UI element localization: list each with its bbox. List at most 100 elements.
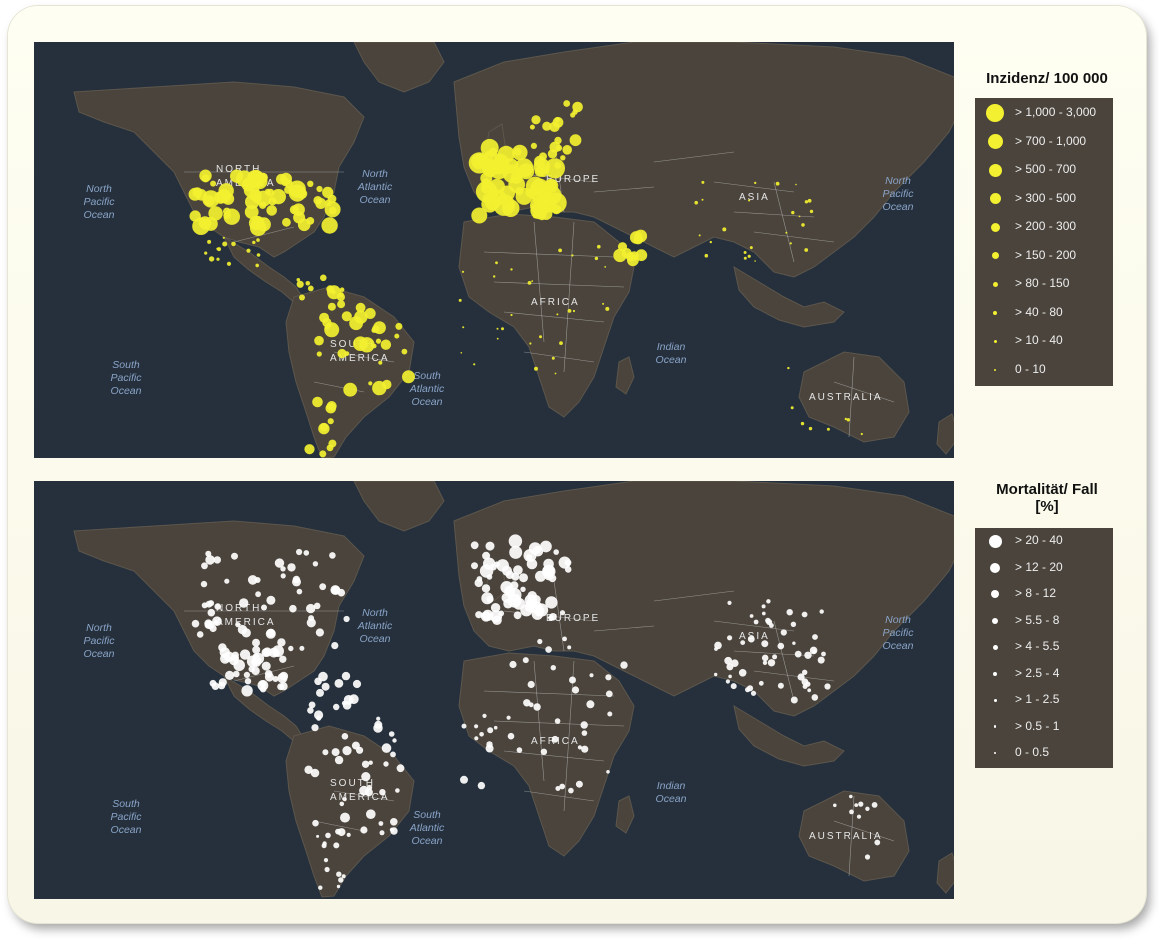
case-dot <box>482 551 491 560</box>
case-dot <box>368 381 373 386</box>
case-dot <box>569 134 582 147</box>
case-dot <box>337 300 346 309</box>
case-dot <box>266 595 276 605</box>
legend-row: > 10 - 40 <box>975 331 1113 351</box>
case-dot <box>231 241 236 247</box>
mortality-legend-title: Mortalität/ Fall [%] <box>972 481 1122 515</box>
case-dot <box>252 645 261 654</box>
case-dot <box>351 741 360 750</box>
case-dot <box>527 680 535 689</box>
case-dot <box>581 745 589 753</box>
case-dot <box>798 215 801 218</box>
case-dot <box>341 874 346 879</box>
case-dot <box>562 145 572 155</box>
case-dot <box>315 628 324 637</box>
case-dot <box>293 211 306 224</box>
case-dot <box>501 327 504 331</box>
case-dot <box>252 240 256 245</box>
africa-land <box>458 652 635 857</box>
legend-label: > 200 - 300 <box>1015 219 1077 233</box>
case-dot <box>786 609 793 616</box>
legend-row: > 2.5 - 4 <box>975 664 1113 684</box>
case-dot <box>272 645 284 657</box>
ocean-label-north-atlantic: Ocean <box>360 194 391 206</box>
case-dot <box>485 744 494 753</box>
case-dot <box>319 583 327 591</box>
case-dot <box>811 694 819 701</box>
case-dot <box>754 260 756 262</box>
case-dot <box>503 158 519 174</box>
case-dot <box>805 681 811 687</box>
madagascar-land <box>615 795 635 834</box>
ocean-label-north-atlantic: Atlantic <box>357 181 393 193</box>
case-dot <box>248 215 264 231</box>
legend-row: > 40 - 80 <box>975 303 1113 323</box>
case-dot <box>498 610 505 617</box>
case-dot <box>264 672 274 682</box>
case-dot <box>540 748 548 755</box>
case-dot <box>396 764 405 773</box>
case-dot <box>792 641 796 645</box>
legend-row: > 12 - 20 <box>975 558 1113 578</box>
case-dot <box>303 550 310 556</box>
case-dot <box>728 674 732 679</box>
case-dot <box>509 660 517 669</box>
legend-row: > 20 - 40 <box>975 531 1113 551</box>
ocean-label-south-atlantic: Atlantic <box>409 383 445 395</box>
case-dot <box>605 306 610 311</box>
case-dot <box>338 877 344 883</box>
case-dot <box>316 715 322 721</box>
case-dot <box>304 444 315 455</box>
case-dot <box>320 274 327 282</box>
ocean-label-north-pacific: Pacific <box>84 196 116 208</box>
case-dot <box>493 725 498 730</box>
case-dot <box>379 830 385 836</box>
case-dot <box>749 614 754 618</box>
case-dot <box>479 732 484 737</box>
case-dot <box>307 285 314 292</box>
legend-dot <box>989 193 1001 204</box>
case-dot <box>874 839 881 846</box>
case-dot <box>224 578 230 584</box>
case-dot <box>544 178 559 193</box>
ocean-label-south-pacific: Pacific <box>111 372 143 384</box>
ocean-label-north-pacific: Pacific <box>84 635 116 647</box>
legend-label: > 700 - 1,000 <box>1015 133 1087 148</box>
case-dot <box>210 180 217 187</box>
case-dot <box>296 588 303 595</box>
case-dot <box>378 360 383 365</box>
case-dot <box>342 797 347 802</box>
case-dot <box>322 186 334 198</box>
case-dot <box>346 832 351 837</box>
case-dot <box>824 683 831 690</box>
case-dot <box>743 256 747 260</box>
case-dot <box>316 834 320 838</box>
case-dot <box>510 313 513 317</box>
case-dot <box>280 566 286 572</box>
case-dot <box>460 775 468 784</box>
case-dot <box>289 604 297 613</box>
case-dot <box>256 238 260 242</box>
case-dot <box>390 818 398 826</box>
case-dot <box>307 180 314 187</box>
case-dot <box>617 242 628 252</box>
case-dot <box>791 210 795 215</box>
case-dot <box>252 638 260 647</box>
case-dot <box>519 573 528 583</box>
ocean-label-south-pacific: South <box>112 798 140 810</box>
case-dot <box>549 613 557 621</box>
case-dot <box>331 642 339 650</box>
case-dot <box>554 372 557 375</box>
case-dot <box>605 674 612 681</box>
case-dot <box>381 743 392 753</box>
case-dot <box>526 598 535 607</box>
case-dot <box>604 266 607 268</box>
ocean-label-north-pacific-east: North <box>885 175 911 187</box>
case-dot <box>279 671 289 681</box>
legend-row: > 300 - 500 <box>975 189 1113 209</box>
case-dot <box>195 189 207 201</box>
case-dot <box>529 342 532 345</box>
ocean-label-south-atlantic: South <box>413 809 441 821</box>
case-dot <box>205 550 212 557</box>
case-dot <box>335 828 341 835</box>
